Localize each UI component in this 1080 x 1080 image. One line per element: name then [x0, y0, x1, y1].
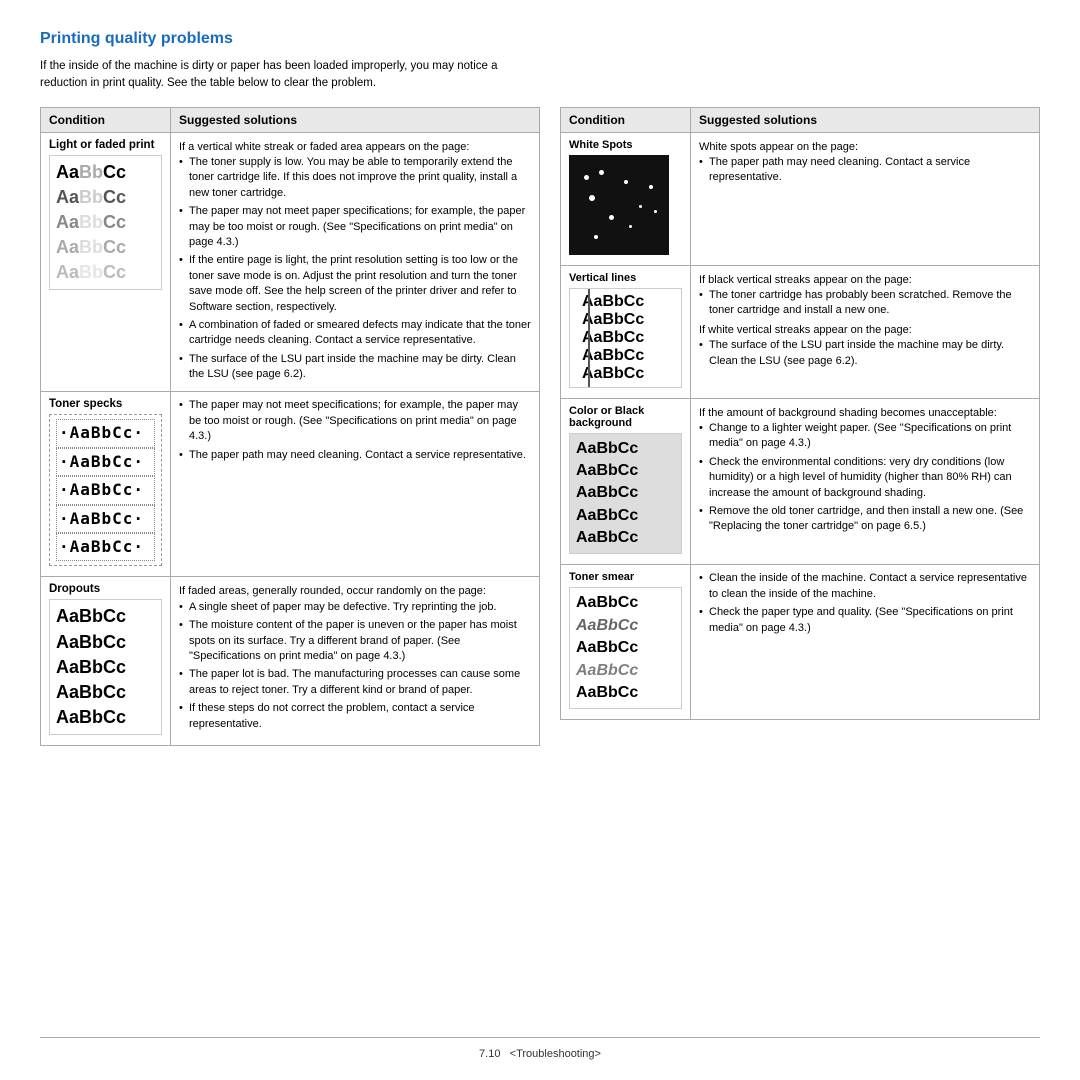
solution-color-bg: If the amount of background shading beco… [691, 398, 1040, 565]
solution-toner-specks: The paper may not meet specifications; f… [171, 392, 540, 577]
table-row: Toner specks ·AaBbCc· ·AaBbCc· ·AaBbCc· … [41, 392, 540, 577]
left-col1-header: Condition [41, 107, 171, 132]
footer-text: 7.10 <Troubleshooting> [479, 1048, 601, 1060]
list-item: If the entire page is light, the print r… [179, 253, 531, 315]
condition-light-faded: Light or faded print AaBbCc AaBbCc AaBbC… [41, 132, 171, 392]
color-bg-bullets: Change to a lighter weight paper. (See "… [699, 421, 1031, 535]
list-item: The surface of the LSU part inside the m… [179, 352, 531, 383]
light-faded-bullets: The toner supply is low. You may be able… [179, 155, 531, 382]
main-content: Condition Suggested solutions Light or f… [40, 107, 1040, 1038]
page-container: Printing quality problems If the inside … [0, 0, 1080, 1080]
page-title: Printing quality problems [40, 30, 1040, 48]
intro-paragraph: If the inside of the machine is dirty or… [40, 58, 540, 93]
toner-smear-bullets: Clean the inside of the machine. Contact… [699, 571, 1031, 636]
table-row: Light or faded print AaBbCc AaBbCc AaBbC… [41, 132, 540, 392]
list-item: A combination of faded or smeared defect… [179, 318, 531, 349]
page-footer: 7.10 <Troubleshooting> [40, 1037, 1040, 1060]
list-item: Clean the inside of the machine. Contact… [699, 571, 1031, 602]
list-item: The paper path may need cleaning. Contac… [179, 448, 531, 463]
solution-light-faded: If a vertical white streak or faded area… [171, 132, 540, 392]
left-col2-header: Suggested solutions [171, 107, 540, 132]
list-item: Change to a lighter weight paper. (See "… [699, 421, 1031, 452]
dropouts-bullets: A single sheet of paper may be defective… [179, 600, 531, 732]
left-column: Condition Suggested solutions Light or f… [40, 107, 540, 1038]
toner-smear-sample: AaBbCc AaBbCc AaBbCc AaBbCc AaBbCc [569, 587, 682, 709]
white-spots-image [569, 155, 669, 255]
right-col1-header: Condition [561, 107, 691, 132]
list-item: Check the environmental conditions: very… [699, 455, 1031, 501]
list-item: Check the paper type and quality. (See "… [699, 605, 1031, 636]
condition-toner-specks: Toner specks ·AaBbCc· ·AaBbCc· ·AaBbCc· … [41, 392, 171, 577]
dropouts-sample: AaBbCc AaBbCc AaBbCc AaBbCc AaBbCc [49, 599, 162, 735]
solution-vertical-lines: If black vertical streaks appear on the … [691, 265, 1040, 398]
vertical-lines-bullets1: The toner cartridge has probably been sc… [699, 288, 1031, 319]
list-item: The moisture content of the paper is une… [179, 618, 531, 664]
light-faded-sample: AaBbCc AaBbCc AaBbCc AaBbCc AaBbCc [49, 155, 162, 291]
list-item: The paper path may need cleaning. Contac… [699, 155, 1031, 186]
right-table: Condition Suggested solutions White Spot… [560, 107, 1040, 721]
table-row: Dropouts AaBbCc AaBbCc AaBbCc AaBbCc AaB… [41, 577, 540, 746]
list-item: A single sheet of paper may be defective… [179, 600, 531, 615]
list-item: The toner cartridge has probably been sc… [699, 288, 1031, 319]
condition-toner-smear: Toner smear AaBbCc AaBbCc AaBbCc AaBbCc … [561, 565, 691, 720]
condition-dropouts: Dropouts AaBbCc AaBbCc AaBbCc AaBbCc AaB… [41, 577, 171, 746]
condition-color-bg: Color or Black background AaBbCc AaBbCc … [561, 398, 691, 565]
solution-white-spots: White spots appear on the page: The pape… [691, 132, 1040, 265]
white-spots-bullets: The paper path may need cleaning. Contac… [699, 155, 1031, 186]
toner-specks-bullets: The paper may not meet specifications; f… [179, 398, 531, 463]
vertical-lines-sample: AaBbCc AaBbCc AaBbCc AaBbCc AaBbCc [569, 288, 682, 388]
solution-dropouts: If faded areas, generally rounded, occur… [171, 577, 540, 746]
list-item: The surface of the LSU part inside the m… [699, 338, 1031, 369]
vertical-lines-bullets2: The surface of the LSU part inside the m… [699, 338, 1031, 369]
table-row: Color or Black background AaBbCc AaBbCc … [561, 398, 1040, 565]
left-table: Condition Suggested solutions Light or f… [40, 107, 540, 747]
list-item: If these steps do not correct the proble… [179, 701, 531, 732]
list-item: Remove the old toner cartridge, and then… [699, 504, 1031, 535]
list-item: The toner supply is low. You may be able… [179, 155, 531, 201]
list-item: The paper may not meet paper specificati… [179, 204, 531, 250]
list-item: The paper lot is bad. The manufacturing … [179, 667, 531, 698]
list-item: The paper may not meet specifications; f… [179, 398, 531, 444]
solution-toner-smear: Clean the inside of the machine. Contact… [691, 565, 1040, 720]
table-row: Toner smear AaBbCc AaBbCc AaBbCc AaBbCc … [561, 565, 1040, 720]
toner-specks-sample: ·AaBbCc· ·AaBbCc· ·AaBbCc· ·AaBbCc· ·AaB… [49, 414, 162, 566]
table-row: White Spots [561, 132, 1040, 265]
condition-white-spots: White Spots [561, 132, 691, 265]
condition-vertical-lines: Vertical lines AaBbCc AaBbCc AaBbCc AaBb… [561, 265, 691, 398]
right-col2-header: Suggested solutions [691, 107, 1040, 132]
color-bg-sample: AaBbCc AaBbCc AaBbCc AaBbCc AaBbCc [569, 433, 682, 555]
right-column: Condition Suggested solutions White Spot… [560, 107, 1040, 1038]
table-row: Vertical lines AaBbCc AaBbCc AaBbCc AaBb… [561, 265, 1040, 398]
